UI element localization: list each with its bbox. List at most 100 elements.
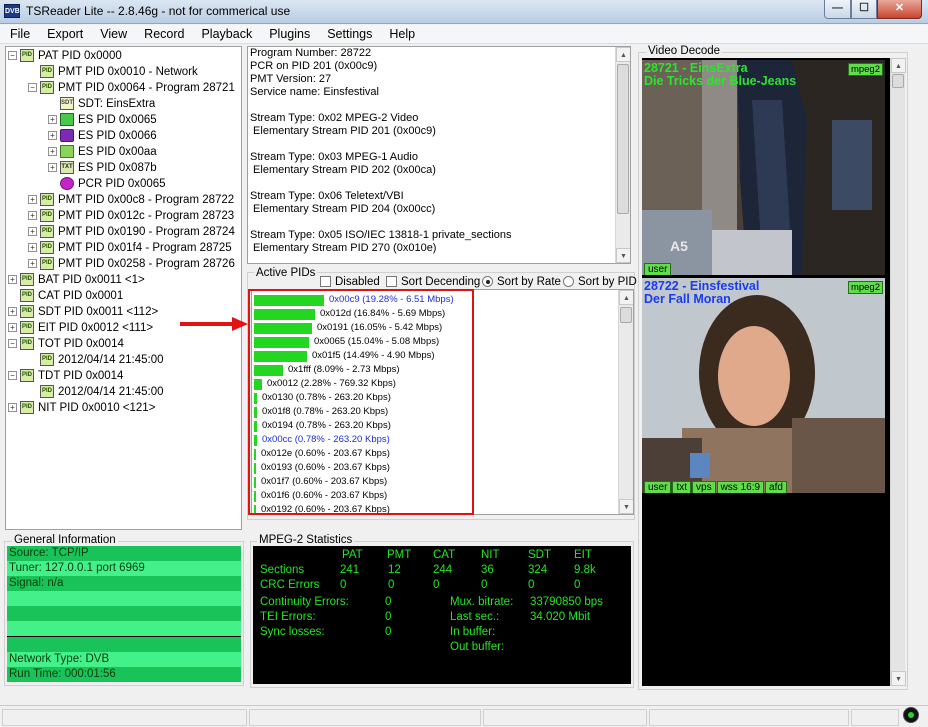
menu-file[interactable]: File: [0, 25, 37, 43]
expand-icon[interactable]: +: [8, 403, 17, 413]
collapse-icon[interactable]: −: [8, 339, 17, 349]
annotation-arrow-icon: [180, 317, 248, 331]
tree-item[interactable]: PID PMT PID 0x0010 - Network: [28, 64, 198, 80]
tree-item[interactable]: SDT SDT: EinsExtra: [48, 96, 155, 112]
minimize-button[interactable]: —: [824, 0, 851, 19]
maximize-button[interactable]: ☐: [851, 0, 877, 19]
collapse-icon[interactable]: −: [28, 83, 37, 93]
scroll-up-icon[interactable]: ▲: [891, 58, 906, 73]
scroll-up-icon[interactable]: ▲: [616, 47, 630, 62]
mpeg2-stats-label: MPEG-2 Statistics: [257, 534, 355, 546]
tree-item[interactable]: − PID PAT PID 0x0000: [8, 48, 122, 64]
details-line: [248, 216, 630, 229]
scroll-thumb[interactable]: [617, 64, 629, 214]
expand-icon[interactable]: +: [8, 275, 17, 285]
tree-item[interactable]: + PID PMT PID 0x01f4 - Program 28725: [28, 240, 232, 256]
details-line: Stream Type: 0x03 MPEG-1 Audio: [250, 151, 418, 163]
tree-item[interactable]: PID 2012/04/14 21:45:00: [28, 352, 164, 368]
expand-icon[interactable]: +: [28, 243, 37, 253]
tree-item[interactable]: − PID PMT PID 0x0064 - Program 28721: [28, 80, 235, 96]
expand-icon[interactable]: +: [28, 211, 37, 221]
collapse-icon[interactable]: −: [8, 51, 17, 61]
video2-chip-vps: vps: [692, 481, 716, 493]
tree-item-label: PMT PID 0x0190 - Program 28724: [58, 226, 235, 238]
menu-view[interactable]: View: [90, 25, 134, 43]
close-button[interactable]: ✕: [877, 0, 922, 19]
radio-selected-icon[interactable]: [482, 276, 493, 288]
tree-item[interactable]: + PID PMT PID 0x00c8 - Program 28722: [28, 192, 234, 208]
tree-item[interactable]: + PID PMT PID 0x0190 - Program 28724: [28, 224, 235, 240]
menu-playback[interactable]: Playback: [191, 25, 259, 43]
tree-item[interactable]: − PID TDT PID 0x0014: [8, 368, 123, 384]
details-line: Elementary Stream PID 202 (0x00ca): [250, 164, 436, 176]
scroll-down-icon[interactable]: ▼: [616, 248, 630, 263]
scroll-thumb[interactable]: [620, 307, 632, 323]
tree-item[interactable]: + ES PID 0x00aa: [48, 144, 157, 160]
expand-icon[interactable]: +: [28, 195, 37, 205]
tree-item[interactable]: + ES PID 0x0066: [48, 128, 157, 144]
scroll-thumb[interactable]: [892, 74, 904, 88]
general-info-row: Source: TCP/IP: [7, 546, 241, 561]
tree-item[interactable]: PID CAT PID 0x0001: [8, 288, 123, 304]
continuity-value: 0: [385, 596, 392, 608]
status-bar: [0, 705, 928, 727]
details-scrollbar[interactable]: ▲ ▼: [615, 47, 630, 263]
tree-item[interactable]: + PID PMT PID 0x0258 - Program 28726: [28, 256, 235, 272]
crc-cat: 0: [433, 579, 440, 591]
tei-value: 0: [385, 611, 392, 623]
tree-item-label: PMT PID 0x01f4 - Program 28725: [58, 242, 232, 254]
tei-label: TEI Errors:: [260, 611, 316, 623]
menu-settings[interactable]: Settings: [317, 25, 379, 43]
video-frame-einsextra[interactable]: 28721 - EinsExtra Die Tricks der Blue-Je…: [642, 60, 885, 275]
menu-help[interactable]: Help: [379, 25, 422, 43]
expand-icon[interactable]: +: [48, 131, 57, 141]
checkbox-icon[interactable]: [386, 276, 397, 288]
teletext-icon: [60, 145, 74, 159]
tree-item[interactable]: + PID PMT PID 0x012c - Program 28723: [28, 208, 234, 224]
collapse-icon[interactable]: −: [8, 371, 17, 381]
radio-icon[interactable]: [563, 276, 574, 288]
expand-icon[interactable]: +: [28, 259, 37, 269]
video-scrollbar[interactable]: ▲ ▼: [890, 58, 906, 686]
tree-item[interactable]: PID 2012/04/14 21:45:00: [28, 384, 164, 400]
pid-icon: PID: [20, 49, 34, 63]
pid-list-scrollbar[interactable]: ▲ ▼: [618, 290, 633, 514]
menu-export[interactable]: Export: [37, 25, 90, 43]
tree-item[interactable]: + PID BAT PID 0x0011 <1>: [8, 272, 145, 288]
sort-descending-checkbox[interactable]: Sort Decending: [386, 276, 480, 288]
program-details-panel[interactable]: Program Number: 28722 PCR on PID 201 (0x0…: [247, 46, 631, 264]
sort-by-rate-radio[interactable]: Sort by Rate: [482, 276, 561, 288]
tree-item[interactable]: + PID SDT PID 0x0011 <112>: [8, 304, 158, 320]
disabled-checkbox[interactable]: Disabled: [320, 276, 380, 288]
details-line: PCR on PID 201 (0x00c9): [250, 60, 378, 72]
scroll-up-icon[interactable]: ▲: [619, 290, 633, 305]
expand-icon[interactable]: +: [48, 163, 57, 173]
sort-by-pid-radio[interactable]: Sort by PID: [563, 276, 637, 288]
tree-item[interactable]: PCR PID 0x0065: [48, 176, 166, 192]
tree-item[interactable]: + PID NIT PID 0x0010 <121>: [8, 400, 155, 416]
expand-icon[interactable]: +: [8, 323, 17, 333]
tree-item[interactable]: + ES PID 0x0065: [48, 112, 157, 128]
tree-item-label: 2012/04/14 21:45:00: [58, 354, 164, 366]
tree-item[interactable]: + PID EIT PID 0x0012 <111>: [8, 320, 153, 336]
scroll-down-icon[interactable]: ▼: [619, 499, 633, 514]
menu-record[interactable]: Record: [134, 25, 191, 43]
general-info-row: Run Time: 000:01:56: [7, 666, 241, 682]
expand-icon[interactable]: +: [8, 307, 17, 317]
video-frame-einsfestival[interactable]: 28722 - Einsfestival Der Fall Moran mpeg…: [642, 278, 885, 493]
scroll-down-icon[interactable]: ▼: [891, 671, 906, 686]
menu-plugins[interactable]: Plugins: [259, 25, 317, 43]
annotation-highlight-box: [248, 289, 474, 515]
tree-item[interactable]: + TXT ES PID 0x087b: [48, 160, 157, 176]
checkbox-icon[interactable]: [320, 276, 331, 288]
pid-tree[interactable]: − PID PAT PID 0x0000 PID PMT PID 0x0010 - Ne…: [5, 46, 242, 530]
col-cat: CAT: [433, 549, 456, 561]
expand-icon[interactable]: +: [28, 227, 37, 237]
pid-icon: PID: [40, 193, 54, 207]
details-line: Stream Type: 0x06 Teletext/VBI: [250, 190, 404, 202]
expand-icon[interactable]: +: [48, 147, 57, 157]
expand-icon[interactable]: +: [48, 115, 57, 125]
sections-sdt: 324: [528, 564, 548, 576]
col-nit: NIT: [481, 549, 500, 561]
tree-item[interactable]: − PID TOT PID 0x0014: [8, 336, 124, 352]
